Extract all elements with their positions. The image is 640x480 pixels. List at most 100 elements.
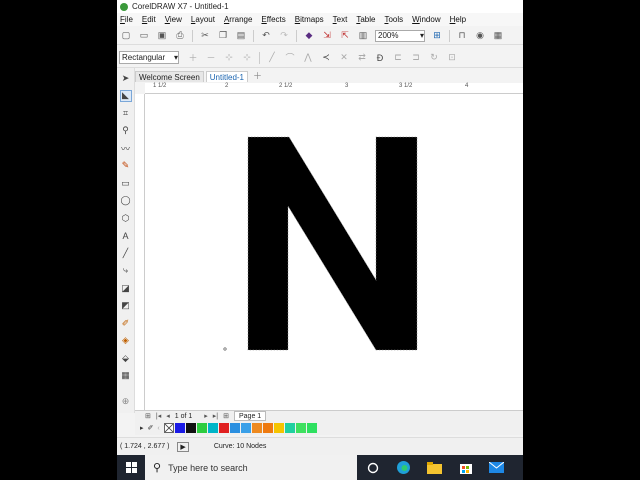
menu-bitmaps[interactable]: Bitmaps — [295, 15, 324, 24]
task-view-icon[interactable] — [357, 455, 388, 480]
rectangle-tool-icon[interactable]: ▭ — [120, 177, 132, 189]
paste-icon[interactable]: ▤ — [235, 30, 247, 42]
freehand-tool-icon[interactable]: 〰 — [120, 142, 132, 154]
color-swatch[interactable] — [284, 423, 295, 433]
import-icon[interactable]: ⇲ — [321, 30, 333, 42]
color-swatch[interactable] — [295, 423, 306, 433]
color-swatch[interactable] — [251, 423, 262, 433]
color-swatch[interactable] — [240, 423, 251, 433]
break-curve-icon[interactable]: ⊹ — [241, 52, 253, 64]
menu-effects[interactable]: Effects — [261, 15, 285, 24]
menu-table[interactable]: Table — [356, 15, 375, 24]
convert-to-curve-icon[interactable]: ⌒ — [284, 52, 296, 64]
tab-untitled-1[interactable]: Untitled-1 — [205, 71, 249, 82]
ellipse-tool-icon[interactable]: ◯ — [120, 195, 132, 207]
transparency-tool-icon[interactable]: ◩ — [120, 300, 132, 312]
palette-arrow-icon[interactable]: ▸ — [140, 424, 144, 432]
edge-browser-icon[interactable] — [388, 455, 419, 480]
color-swatch[interactable] — [185, 423, 196, 433]
print-icon[interactable]: ⎙ — [174, 30, 186, 42]
snap-to-icon[interactable]: ⊓ — [456, 30, 468, 42]
taskbar-search-box[interactable]: ⚲ Type here to search — [145, 455, 357, 480]
smart-fill-icon[interactable]: ⬙ — [120, 352, 132, 364]
add-tool-icon[interactable]: ⊕ — [120, 395, 132, 407]
align-nodes-icon[interactable]: ⊡ — [446, 52, 458, 64]
menu-file[interactable]: File — [120, 15, 133, 24]
color-swatch[interactable] — [262, 423, 273, 433]
mail-icon[interactable] — [481, 455, 512, 480]
page-tab-1[interactable]: Page 1 — [233, 411, 267, 421]
next-page-icon[interactable]: ▸ — [204, 412, 208, 420]
color-eyedropper-icon[interactable]: ✐ — [120, 317, 132, 329]
color-swatch[interactable] — [229, 423, 240, 433]
cut-icon[interactable]: ✂ — [199, 30, 211, 42]
smooth-node-icon[interactable]: ≺ — [320, 52, 332, 64]
rotate-nodes-icon[interactable]: ↻ — [428, 52, 440, 64]
color-swatch[interactable] — [207, 423, 218, 433]
menu-tools[interactable]: Tools — [384, 15, 403, 24]
tab-welcome-screen[interactable]: Welcome Screen — [135, 71, 204, 82]
publish-pdf-icon[interactable]: ▥ — [357, 30, 369, 42]
color-swatch[interactable] — [273, 423, 284, 433]
eyedropper-icon[interactable]: ✐ — [148, 424, 154, 432]
parallel-dimension-icon[interactable]: ╱ — [120, 247, 132, 259]
open-folder-icon[interactable]: ▭ — [138, 30, 150, 42]
auto-close-icon[interactable]: ⊐ — [410, 52, 422, 64]
crop-tool-icon[interactable]: ⌗ — [120, 107, 132, 119]
menu-text[interactable]: Text — [333, 15, 348, 24]
text-tool-icon[interactable]: A — [120, 230, 132, 242]
start-button[interactable] — [117, 455, 145, 480]
extend-curve-icon[interactable]: ⊏ — [392, 52, 404, 64]
save-icon[interactable]: ▣ — [156, 30, 168, 42]
menu-window[interactable]: Window — [412, 15, 440, 24]
selection-mode-select[interactable]: Rectangular ▾ — [119, 51, 179, 64]
horizontal-ruler[interactable]: 1 1/2 2 2 1/2 3 3 1/2 4 — [145, 83, 523, 94]
drop-shadow-tool-icon[interactable]: ◪ — [120, 282, 132, 294]
vertical-ruler[interactable] — [135, 94, 145, 410]
color-swatch[interactable] — [174, 423, 185, 433]
artistic-media-icon[interactable]: ✎ — [120, 160, 132, 172]
add-page-icon[interactable]: ⊞ — [223, 412, 229, 420]
application-launcher-icon[interactable]: ▦ — [492, 30, 504, 42]
shape-tool-icon[interactable]: ◣ — [119, 89, 132, 102]
add-tab-icon[interactable]: ＋ — [250, 69, 265, 82]
drawing-canvas[interactable] — [145, 94, 523, 410]
prev-page-icon[interactable]: ◂ — [166, 412, 170, 420]
last-page-icon[interactable]: ▸| — [213, 412, 218, 420]
full-screen-icon[interactable]: ⊞ — [431, 30, 443, 42]
menu-view[interactable]: View — [165, 15, 182, 24]
redo-icon[interactable]: ↷ — [278, 30, 290, 42]
interactive-fill-icon[interactable]: ◈ — [120, 335, 132, 347]
search-content-icon[interactable]: ◆ — [303, 30, 315, 42]
store-icon[interactable] — [450, 455, 481, 480]
no-color-swatch[interactable] — [163, 423, 174, 433]
copy-icon[interactable]: ❐ — [217, 30, 229, 42]
convert-to-line-icon[interactable]: ╱ — [266, 52, 278, 64]
menu-arrange[interactable]: Arrange — [224, 15, 252, 24]
polygon-tool-icon[interactable]: ⬡ — [120, 212, 132, 224]
menu-edit[interactable]: Edit — [142, 15, 156, 24]
page-options-icon[interactable]: ⊞ — [145, 412, 151, 420]
color-swatch[interactable] — [306, 423, 317, 433]
symmetrical-node-icon[interactable]: ✕ — [338, 52, 350, 64]
join-nodes-icon[interactable]: ⊹ — [223, 52, 235, 64]
menu-help[interactable]: Help — [450, 15, 466, 24]
new-document-icon[interactable]: ▢ — [120, 30, 132, 42]
cusp-node-icon[interactable]: ⋀ — [302, 52, 314, 64]
zoom-tool-icon[interactable]: ⚲ — [120, 125, 132, 137]
menu-layout[interactable]: Layout — [191, 15, 215, 24]
color-swatch[interactable] — [218, 423, 229, 433]
palette-scroll-icon[interactable]: ‹ — [157, 425, 159, 432]
add-node-icon[interactable]: ＋ — [187, 52, 199, 64]
play-icon[interactable]: ▶ — [177, 441, 189, 452]
undo-icon[interactable]: ↶ — [260, 30, 272, 42]
color-swatch[interactable] — [196, 423, 207, 433]
options-icon[interactable]: ◉ — [474, 30, 486, 42]
export-icon[interactable]: ⇱ — [339, 30, 351, 42]
zoom-level-select[interactable]: 200% ▾ — [375, 29, 425, 42]
extract-subpath-icon[interactable]: Ð — [374, 52, 386, 64]
file-explorer-icon[interactable] — [419, 455, 450, 480]
mesh-fill-icon[interactable]: ▦ — [120, 370, 132, 382]
reverse-direction-icon[interactable]: ⇄ — [356, 52, 368, 64]
first-page-icon[interactable]: |◂ — [156, 412, 161, 420]
